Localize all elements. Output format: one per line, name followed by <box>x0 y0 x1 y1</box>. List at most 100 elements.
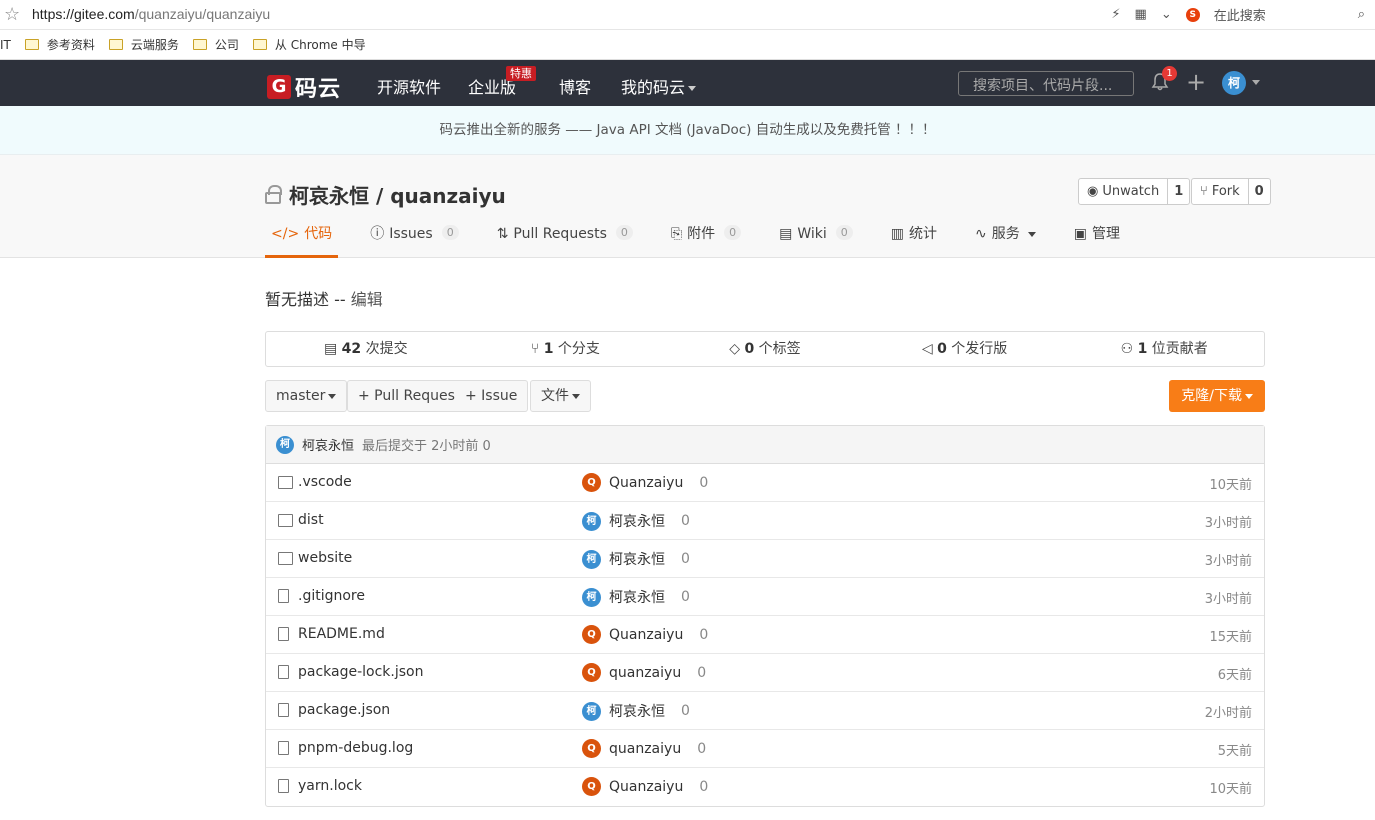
commit-time: 6天前 <box>1217 668 1252 683</box>
file-row[interactable]: pnpm-debug.log Qquanzaiyu 0 5天前 <box>266 730 1264 768</box>
repo-name[interactable]: 柯哀永恒 / quanzaiyu <box>289 180 506 209</box>
commit-message[interactable]: 0 <box>699 627 708 643</box>
bookmark-chrome[interactable]: 从 Chrome 中导 <box>252 36 366 53</box>
avatar[interactable]: 柯 <box>582 587 601 607</box>
tab-stats[interactable]: ▥ 统计 <box>885 225 943 258</box>
avatar[interactable]: Q <box>582 739 601 758</box>
nav-my-gitee-label: 我的码云 <box>621 78 686 97</box>
file-name[interactable]: README.md <box>298 626 385 642</box>
files-menu-button[interactable]: 文件 <box>530 380 591 412</box>
bookmark-cankao[interactable]: 参考资料 <box>24 36 95 53</box>
lightning-icon[interactable]: ⚡ <box>1111 7 1120 22</box>
sogou-icon[interactable]: S <box>1185 7 1200 22</box>
fork-icon: ⑂ <box>1200 184 1208 199</box>
avatar[interactable]: 柯 <box>582 549 601 569</box>
commit-message[interactable]: 0 <box>697 665 706 681</box>
chevron-down-icon[interactable]: ⌄ <box>1161 7 1172 22</box>
commit-message[interactable]: 0 <box>681 703 690 719</box>
unwatch-button[interactable]: ◉ Unwatch 1 <box>1078 178 1191 205</box>
avatar[interactable]: 柯 <box>276 435 294 454</box>
bookmark-gongsi[interactable]: 公司 <box>192 36 239 53</box>
commit-message[interactable]: 0 <box>697 741 706 757</box>
commit-message[interactable]: 0 <box>681 589 690 605</box>
file-name[interactable]: .gitignore <box>298 588 365 604</box>
commit-author[interactable]: Quanzaiyu <box>609 627 683 643</box>
file-row[interactable]: .gitignore 柯柯哀永恒 0 3小时前 <box>266 578 1264 616</box>
file-row[interactable]: yarn.lock Q Quanzaiyu 0 10天前 <box>266 768 1264 806</box>
file-row[interactable]: dist 柯柯哀永恒 0 3小时前 <box>266 502 1264 540</box>
branch-select[interactable]: master <box>265 380 348 412</box>
file-name[interactable]: .vscode <box>298 474 352 490</box>
new-issue-button[interactable]: + Issue <box>455 380 529 412</box>
avatar[interactable]: Q <box>582 663 601 682</box>
commit-author[interactable]: 柯哀永恒 <box>609 511 665 531</box>
nav-blog[interactable]: 博客 <box>559 74 591 98</box>
file-name[interactable]: package.json <box>298 702 390 718</box>
send-icon: ◁ <box>921 341 938 357</box>
tab-code[interactable]: </> 代码 <box>265 225 339 258</box>
file-name[interactable]: dist <box>298 512 324 528</box>
avatar[interactable]: Q <box>582 473 601 492</box>
tab-attachments[interactable]: ⎘ 附件 0 <box>665 225 747 258</box>
announcement-banner[interactable]: 码云推出全新的服务 —— Java API 文档 (JavaDoc) 自动生成以… <box>0 106 1375 155</box>
gitee-logo[interactable]: G 码云 <box>267 71 341 103</box>
commit-author[interactable]: 柯哀永恒 <box>302 435 354 454</box>
stat-branches[interactable]: ⑂ 1 个分支 <box>466 332 666 366</box>
avatar[interactable]: 柯 <box>582 701 601 721</box>
new-pull-request-button[interactable]: + Pull Request <box>347 380 472 412</box>
commit-author[interactable]: quanzaiyu <box>609 741 681 757</box>
file-row[interactable]: package.json 柯柯哀永恒 0 2小时前 <box>266 692 1264 730</box>
file-name[interactable]: package-lock.json <box>298 664 424 680</box>
tab-issues[interactable]: ⓘ Issues 0 <box>364 225 465 258</box>
file-row[interactable]: website 柯柯哀永恒 0 3小时前 <box>266 540 1264 578</box>
avatar[interactable]: Q <box>582 625 601 644</box>
watch-count[interactable]: 1 <box>1167 179 1189 204</box>
commit-author[interactable]: 柯哀永恒 <box>609 701 665 721</box>
browser-search-input[interactable]: 在此搜索 <box>1214 5 1344 24</box>
commit-message[interactable]: 0 <box>681 551 690 567</box>
commit-message[interactable]: 0 <box>681 513 690 529</box>
file-name[interactable]: website <box>298 550 352 566</box>
clone-download-button[interactable]: 克隆/下载 <box>1169 380 1265 412</box>
fork-button[interactable]: ⑂ Fork 0 <box>1191 178 1271 205</box>
tab-services[interactable]: ∿ 服务 <box>969 225 1042 258</box>
caret-down-icon[interactable] <box>1252 80 1260 85</box>
url-field[interactable]: https://gitee.com/quanzaiyu/quanzaiyu <box>32 6 270 22</box>
qrcode-icon[interactable]: ▦ <box>1135 7 1147 22</box>
avatar[interactable]: 柯 <box>582 511 601 531</box>
nav-open-source[interactable]: 开源软件 <box>377 74 441 98</box>
tab-wiki[interactable]: ▤ Wiki 0 <box>773 225 859 258</box>
tab-manage[interactable]: ▣ 管理 <box>1068 225 1126 258</box>
commit-author[interactable]: Quanzaiyu <box>609 475 683 491</box>
stat-releases[interactable]: ◁ 0 个发行版 <box>865 332 1065 366</box>
file-row[interactable]: README.md Q Quanzaiyu 0 15天前 <box>266 616 1264 654</box>
commit-message[interactable]: 0 <box>699 779 708 795</box>
stat-contributors[interactable]: ⚇ 1 位贡献者 <box>1064 332 1264 366</box>
pull-request-icon: ⇅ <box>496 226 509 242</box>
stat-tags[interactable]: ◇ 0 个标签 <box>665 332 865 366</box>
bookmark-yunduan[interactable]: 云端服务 <box>108 36 179 53</box>
nav-my-gitee[interactable]: 我的码云 <box>621 74 697 98</box>
file-name[interactable]: pnpm-debug.log <box>298 740 413 756</box>
star-icon[interactable]: ☆ <box>4 4 20 25</box>
commit-author[interactable]: Quanzaiyu <box>609 779 683 795</box>
commit-message[interactable]: 0 <box>699 475 708 491</box>
user-avatar[interactable]: 柯 <box>1222 71 1246 95</box>
commit-author[interactable]: quanzaiyu <box>609 665 681 681</box>
search-icon[interactable]: ⌕ <box>1358 7 1365 22</box>
commit-author[interactable]: 柯哀永恒 <box>609 587 665 607</box>
stat-commits[interactable]: ▤ 42 次提交 <box>266 332 466 366</box>
plus-icon[interactable]: + <box>1186 70 1206 94</box>
edit-description-link[interactable]: 编辑 <box>351 290 383 309</box>
tab-count: 0 <box>724 225 742 240</box>
file-row[interactable]: .vscode Q Quanzaiyu 0 10天前 <box>266 464 1264 502</box>
avatar[interactable]: Q <box>582 777 601 796</box>
commit-time: 5天前 <box>1217 744 1252 759</box>
file-row[interactable]: package-lock.json Qquanzaiyu 0 6天前 <box>266 654 1264 692</box>
bookmark-it[interactable]: IT <box>0 38 11 52</box>
commit-author[interactable]: 柯哀永恒 <box>609 549 665 569</box>
tab-pull-requests[interactable]: ⇅ Pull Requests 0 <box>491 225 639 258</box>
nav-search-input[interactable]: 搜索项目、代码片段... <box>958 71 1134 96</box>
fork-count[interactable]: 0 <box>1247 179 1270 204</box>
file-name[interactable]: yarn.lock <box>298 778 362 794</box>
